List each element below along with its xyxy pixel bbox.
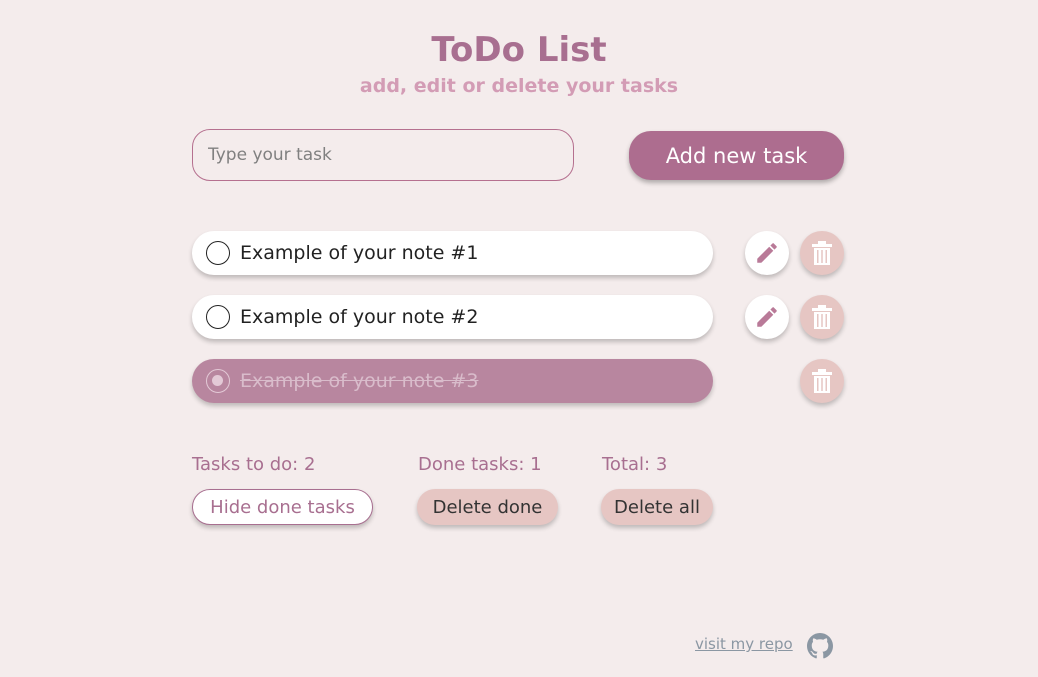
done-tasks-count: Done tasks: 1 [418, 454, 542, 475]
trash-icon [812, 241, 832, 265]
page-title: ToDo List [431, 30, 607, 70]
delete-task-button[interactable] [800, 295, 844, 339]
pencil-icon [757, 243, 777, 263]
delete-task-button[interactable] [800, 359, 844, 403]
repo-link[interactable]: visit my repo [695, 635, 793, 653]
tasks-to-do-count: Tasks to do: 2 [192, 454, 316, 475]
task-text: Example of your note #2 [240, 306, 479, 328]
task-text: Example of your note #3 [240, 370, 479, 392]
total-tasks-count: Total: 3 [602, 454, 668, 475]
task-checkbox[interactable] [206, 241, 230, 265]
github-icon[interactable] [807, 633, 833, 659]
edit-task-button[interactable] [745, 295, 789, 339]
task-text: Example of your note #1 [240, 242, 479, 264]
task-item: Example of your note #1 [192, 231, 713, 275]
hide-done-tasks-button[interactable]: Hide done tasks [192, 489, 373, 525]
task-checkbox[interactable] [206, 305, 230, 329]
task-checkbox-checked[interactable] [206, 369, 230, 393]
delete-task-button[interactable] [800, 231, 844, 275]
add-task-button[interactable]: Add new task [629, 131, 844, 180]
delete-done-button[interactable]: Delete done [417, 489, 558, 525]
task-input[interactable] [192, 129, 574, 181]
trash-icon [812, 369, 832, 393]
task-item-done: Example of your note #3 [192, 359, 713, 403]
page-subtitle: add, edit or delete your tasks [359, 75, 679, 97]
task-item: Example of your note #2 [192, 295, 713, 339]
edit-task-button[interactable] [745, 231, 789, 275]
delete-all-button[interactable]: Delete all [601, 489, 713, 525]
pencil-icon [757, 307, 777, 327]
trash-icon [812, 305, 832, 329]
